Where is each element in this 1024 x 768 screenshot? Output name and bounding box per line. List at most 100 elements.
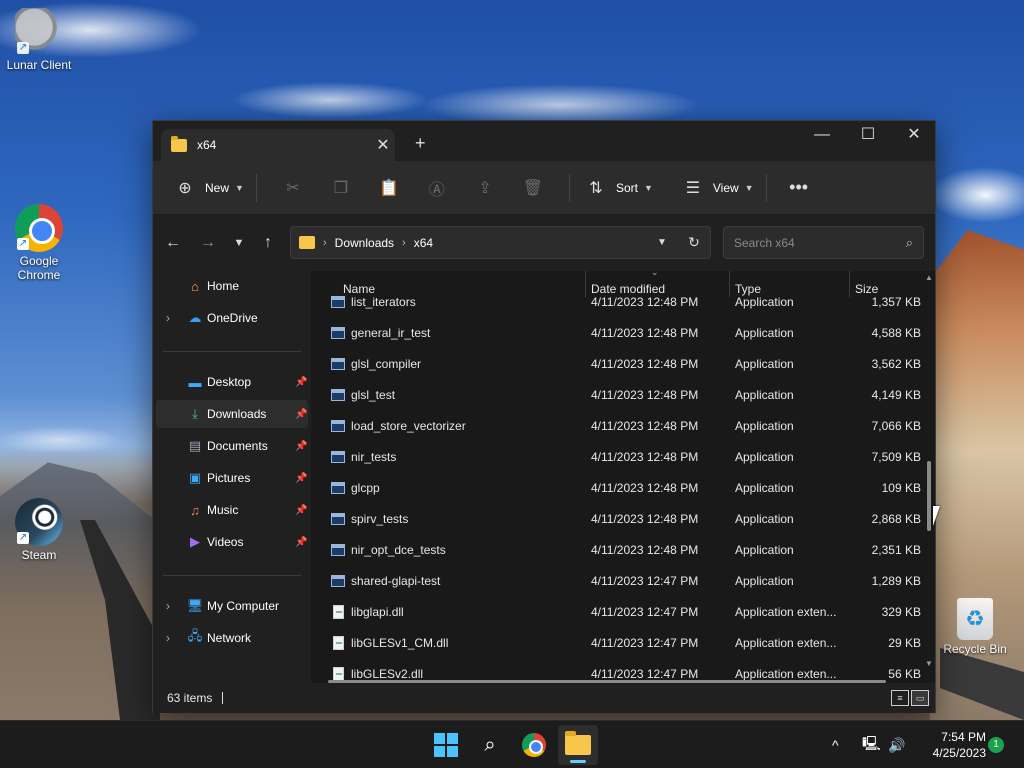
back-arrow-icon[interactable]: ← bbox=[163, 233, 183, 253]
scrollbar-thumb[interactable] bbox=[927, 461, 931, 531]
file-row[interactable]: nir_tests 4/11/2023 12:48 PM Application… bbox=[311, 442, 921, 473]
more-options-icon[interactable]: ••• bbox=[785, 174, 813, 202]
file-row[interactable]: nir_opt_dce_tests 4/11/2023 12:48 PM App… bbox=[311, 535, 921, 566]
desktop-icon-steam[interactable]: ↗ Steam bbox=[1, 498, 77, 562]
pin-icon[interactable]: 📌 bbox=[295, 441, 307, 452]
sidebar-item-downloads[interactable]: ⤓ Downloads 📌 bbox=[156, 400, 308, 428]
file-row[interactable]: libglapi.dll 4/11/2023 12:47 PM Applicat… bbox=[311, 597, 921, 628]
file-type: Application bbox=[735, 326, 794, 340]
sidebar-item-network[interactable]: › 🖧 Network bbox=[156, 624, 308, 652]
recent-locations-chevron-icon[interactable]: ▼ bbox=[229, 233, 249, 253]
pin-icon[interactable]: 📌 bbox=[295, 473, 307, 484]
system-clock[interactable]: 7:54 PM 4/25/2023 bbox=[918, 729, 986, 761]
address-dropdown-chevron-icon[interactable]: ▼ bbox=[646, 237, 678, 248]
notification-badge[interactable]: 1 bbox=[988, 737, 1004, 753]
sidebar-item-onedrive[interactable]: › ☁ OneDrive bbox=[156, 304, 308, 332]
pin-icon[interactable]: 📌 bbox=[295, 537, 307, 548]
computer-icon: 🖥 bbox=[186, 598, 204, 613]
dll-file-icon bbox=[333, 636, 344, 650]
sidebar-item-pictures[interactable]: ▣ Pictures 📌 bbox=[156, 464, 308, 492]
steam-icon: ↗ bbox=[15, 498, 63, 546]
pin-icon[interactable]: 📌 bbox=[295, 409, 307, 420]
sidebar-item-home[interactable]: ⌂ Home bbox=[156, 272, 308, 300]
close-window-button[interactable]: ✕ bbox=[891, 121, 937, 151]
desktop-icon-google-chrome[interactable]: ↗ Google Chrome bbox=[1, 204, 77, 282]
pin-icon[interactable]: 📌 bbox=[295, 377, 307, 388]
view-button[interactable]: ☰ View ▼ bbox=[679, 172, 754, 204]
sidebar-item-videos[interactable]: ▶ Videos 📌 bbox=[156, 528, 308, 556]
file-row[interactable]: shared-glapi-test 4/11/2023 12:47 PM App… bbox=[311, 566, 921, 597]
refresh-icon[interactable]: ↻ bbox=[678, 234, 710, 251]
expand-chevron-icon[interactable]: › bbox=[166, 311, 170, 325]
share-icon[interactable]: ⇪ bbox=[471, 174, 499, 202]
tab-x64[interactable]: x64 ✕ bbox=[161, 129, 395, 161]
scroll-down-arrow-icon[interactable]: ▼ bbox=[923, 659, 935, 668]
expand-chevron-icon[interactable]: › bbox=[166, 631, 170, 645]
minimize-button[interactable]: — bbox=[799, 121, 845, 151]
taskbar-file-explorer-button[interactable] bbox=[558, 725, 598, 765]
close-tab-icon[interactable]: ✕ bbox=[371, 135, 395, 155]
sort-button[interactable]: ⇅ Sort ▼ bbox=[582, 172, 653, 204]
file-type: Application bbox=[735, 512, 794, 526]
details-view-icon[interactable]: ≡ bbox=[891, 690, 909, 706]
active-app-indicator bbox=[570, 760, 586, 763]
tiles-view-icon[interactable]: ▭ bbox=[911, 690, 929, 706]
new-tab-button[interactable]: + bbox=[415, 133, 426, 154]
file-row[interactable]: list_iterators 4/11/2023 12:48 PM Applic… bbox=[311, 287, 921, 318]
file-date: 4/11/2023 12:47 PM bbox=[591, 636, 699, 650]
breadcrumb-x64[interactable]: x64 bbox=[414, 236, 433, 250]
address-bar[interactable]: › Downloads › x64 ▼ ↻ bbox=[290, 226, 711, 259]
paste-icon[interactable]: 📋 bbox=[375, 174, 403, 202]
search-box[interactable]: ⌕ bbox=[723, 226, 924, 259]
sidebar-item-documents[interactable]: ▤ Documents 📌 bbox=[156, 432, 308, 460]
expand-chevron-icon[interactable]: › bbox=[166, 599, 170, 613]
music-icon: ♫ bbox=[190, 502, 200, 518]
show-hidden-icons-chevron-icon[interactable]: ^ bbox=[832, 721, 839, 768]
copy-icon[interactable]: ❐ bbox=[327, 174, 355, 202]
sidebar-item-desktop[interactable]: ▬ Desktop 📌 bbox=[156, 368, 308, 396]
up-arrow-icon[interactable]: ↑ bbox=[258, 233, 278, 253]
file-type: Application bbox=[735, 388, 794, 402]
pin-icon[interactable]: 📌 bbox=[295, 505, 307, 516]
breadcrumb-chevron-icon[interactable]: › bbox=[402, 237, 406, 249]
file-row[interactable]: load_store_vectorizer 4/11/2023 12:48 PM… bbox=[311, 411, 921, 442]
search-icon[interactable]: ⌕ bbox=[906, 235, 913, 251]
file-row[interactable]: glsl_compiler 4/11/2023 12:48 PM Applica… bbox=[311, 349, 921, 380]
sidebar-item-my-computer[interactable]: › 🖥 My Computer bbox=[156, 592, 308, 620]
windows-logo-icon bbox=[434, 733, 458, 757]
taskbar-search-button[interactable]: ⌕ bbox=[470, 725, 510, 765]
sidebar-item-label: Videos bbox=[207, 535, 244, 549]
application-file-icon bbox=[331, 420, 345, 432]
desktop-icon-recycle-bin[interactable]: ♻ Recycle Bin bbox=[937, 598, 1013, 656]
sort-label: Sort bbox=[615, 180, 638, 195]
delete-icon[interactable]: 🗑 bbox=[519, 174, 547, 202]
search-input[interactable] bbox=[734, 235, 906, 250]
rename-icon[interactable]: Ⓐ bbox=[423, 174, 451, 202]
new-button[interactable]: ⊕ New ▼ bbox=[171, 172, 244, 204]
breadcrumb-downloads[interactable]: Downloads bbox=[335, 236, 394, 250]
file-row[interactable]: general_ir_test 4/11/2023 12:48 PM Appli… bbox=[311, 318, 921, 349]
taskbar-chrome-button[interactable] bbox=[514, 725, 554, 765]
network-status-icon[interactable]: 🖳 bbox=[862, 721, 881, 768]
file-row[interactable]: libGLESv1_CM.dll 4/11/2023 12:47 PM Appl… bbox=[311, 628, 921, 659]
file-size: 1,289 KB bbox=[871, 574, 921, 588]
file-row[interactable]: glsl_test 4/11/2023 12:48 PM Application… bbox=[311, 380, 921, 411]
desktop-icon-label: Recycle Bin bbox=[943, 642, 1007, 656]
sidebar-item-music[interactable]: ♫ Music 📌 bbox=[156, 496, 308, 524]
start-button[interactable] bbox=[426, 725, 466, 765]
maximize-button[interactable]: ☐ bbox=[845, 121, 891, 151]
file-row[interactable]: spirv_tests 4/11/2023 12:48 PM Applicati… bbox=[311, 504, 921, 535]
network-icon: 🖧 bbox=[187, 628, 203, 643]
volume-icon[interactable]: 🔊 bbox=[888, 721, 905, 768]
application-file-icon bbox=[331, 575, 345, 587]
file-row[interactable]: glcpp 4/11/2023 12:48 PM Application 109… bbox=[311, 473, 921, 504]
vertical-scrollbar[interactable]: ▲ ▼ bbox=[923, 271, 935, 671]
application-file-icon bbox=[331, 544, 345, 556]
scroll-up-arrow-icon[interactable]: ▲ bbox=[923, 273, 935, 282]
file-name: general_ir_test bbox=[351, 326, 431, 340]
cut-icon[interactable]: ✂ bbox=[279, 174, 307, 202]
file-name: nir_opt_dce_tests bbox=[351, 543, 446, 557]
forward-arrow-icon[interactable]: → bbox=[198, 233, 218, 253]
breadcrumb-chevron-icon[interactable]: › bbox=[323, 237, 327, 249]
desktop-icon-lunar-client[interactable]: ↗ Lunar Client bbox=[1, 8, 77, 72]
